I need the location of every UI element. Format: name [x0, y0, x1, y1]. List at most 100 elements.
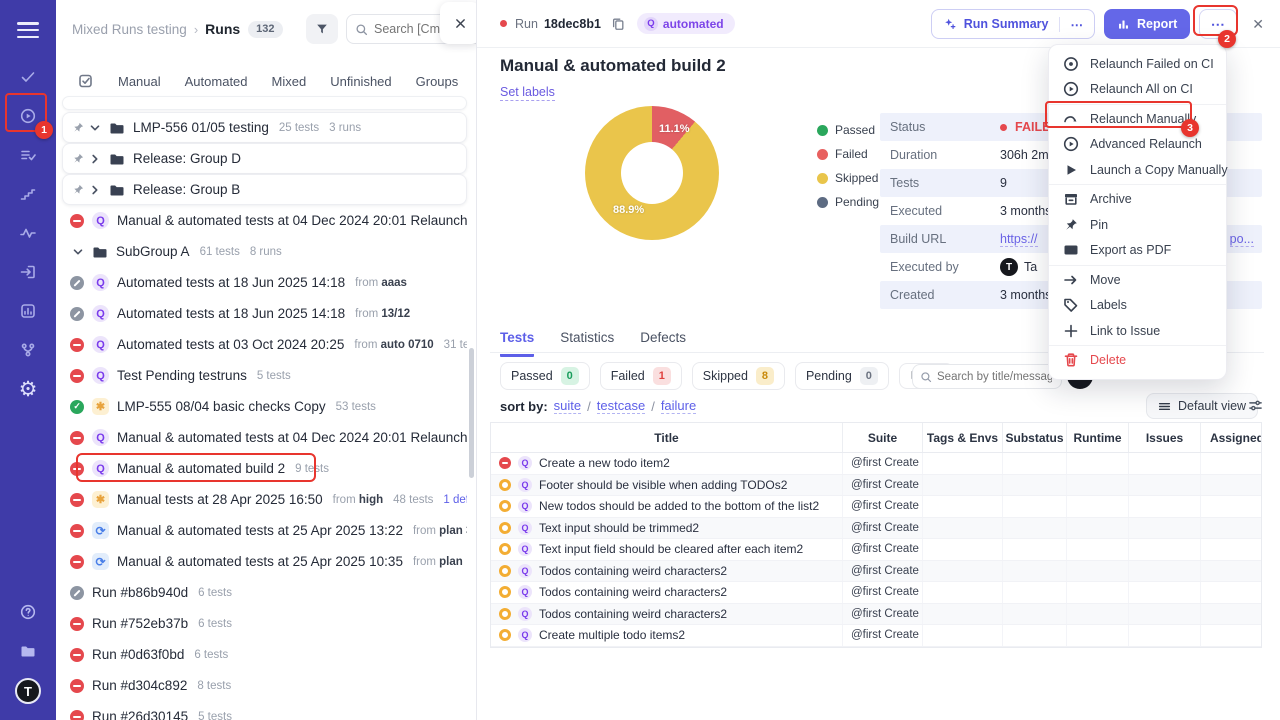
column-header-issues[interactable]: Issues	[1129, 423, 1201, 452]
runs-scrollbar[interactable]	[469, 348, 474, 478]
column-header-title[interactable]: Title	[491, 423, 843, 452]
build-url-link-end[interactable]: po...	[1230, 232, 1254, 247]
hamburger-menu-icon[interactable]	[17, 22, 39, 42]
run-defects-count[interactable]: 1 defects	[443, 494, 467, 506]
run-row[interactable]: Run #26d301455 tests	[62, 701, 467, 720]
test-row[interactable]: QTodos containing weird characters2@firs…	[491, 582, 1261, 604]
view-selector-button[interactable]: Default view	[1146, 393, 1258, 419]
sidebar-item-help[interactable]	[0, 593, 56, 631]
set-labels-link[interactable]: Set labels	[500, 85, 555, 101]
run-row[interactable]: QManual & automated tests at 04 Dec 2024…	[62, 422, 467, 453]
test-row[interactable]: QText input should be trimmed2@first Cre…	[491, 518, 1261, 540]
run-row[interactable]: ⟳Manual & automated tests at 25 Apr 2025…	[62, 515, 467, 546]
runs-tab-unfinished[interactable]: Unfinished	[330, 74, 391, 89]
menu-item-pin[interactable]: Pin	[1049, 212, 1226, 238]
run-row[interactable]: QManual & automated build 29 tests	[62, 453, 467, 484]
run-row[interactable]: QAutomated tests at 03 Oct 2024 20:25fro…	[62, 329, 467, 360]
folder-row[interactable]: SubGroup A61 tests8 runs	[62, 236, 467, 267]
run-row[interactable]: QManual & automated tests at 04 Dec 2024…	[62, 205, 467, 236]
run-row[interactable]: ⟳Manual & automated tests at 25 Apr 2025…	[62, 546, 467, 577]
menu-item-export-as-pdf[interactable]: PDFExport as PDF	[1049, 238, 1226, 264]
menu-item-move[interactable]: Move	[1049, 267, 1226, 293]
sidebar-item-import[interactable]	[0, 253, 56, 291]
automated-tag-chip[interactable]: Qautomated	[637, 13, 735, 34]
sidebar-item-test-plans[interactable]	[0, 136, 56, 174]
executor-avatar[interactable]: T	[1000, 258, 1018, 276]
tests-search[interactable]	[912, 364, 1062, 389]
breadcrumb-project[interactable]: Mixed Runs testing	[72, 22, 187, 37]
test-row[interactable]: QText input field should be cleared afte…	[491, 539, 1261, 561]
sort-link-failure[interactable]: failure	[661, 398, 696, 414]
column-header-suite[interactable]: Suite	[843, 423, 923, 452]
sidebar-item-projects[interactable]	[0, 632, 56, 670]
test-row[interactable]: QCreate multiple todo items2@first Creat…	[491, 625, 1261, 647]
sidebar-item-settings[interactable]: ⚙	[0, 370, 56, 408]
run-row[interactable]: ✱LMP-555 08/04 basic checks Copy53 tests	[62, 391, 467, 422]
runs-tab-manual[interactable]: Manual	[118, 74, 161, 89]
menu-item-labels[interactable]: Labels	[1049, 293, 1226, 319]
runs-tab-automated[interactable]: Automated	[185, 74, 248, 89]
folder-row[interactable]: Release: Group D	[62, 143, 467, 174]
chevron-right-icon[interactable]	[87, 151, 103, 167]
sidebar-item-runs[interactable]	[0, 97, 56, 135]
runs-tab-mixed[interactable]: Mixed	[272, 74, 307, 89]
chevron-down-icon[interactable]	[87, 120, 103, 136]
column-header-tags-envs[interactable]: Tags & Envs	[923, 423, 1003, 452]
menu-item-advanced-relaunch[interactable]: Advanced Relaunch	[1049, 132, 1226, 158]
menu-item-relaunch-failed-on-ci[interactable]: Relaunch Failed on CI	[1049, 51, 1226, 77]
menu-item-link-to-issue[interactable]: Link to Issue	[1049, 318, 1226, 344]
column-header-assigned-to[interactable]: Assigned To	[1201, 423, 1262, 452]
run-row[interactable]: ✱Manual tests at 28 Apr 2025 16:50from h…	[62, 484, 467, 515]
menu-item-delete[interactable]: Delete	[1049, 348, 1226, 374]
sort-link-suite[interactable]: suite	[554, 398, 581, 414]
filter-chip-failed[interactable]: Failed1	[600, 362, 682, 390]
test-row[interactable]: QFooter should be visible when adding TO…	[491, 475, 1261, 497]
copy-icon[interactable]	[611, 17, 625, 31]
column-header-substatus[interactable]: Substatus	[1003, 423, 1067, 452]
run-row[interactable]: Run #d304c8928 tests	[62, 670, 467, 701]
test-row[interactable]: QNew todos should be added to the bottom…	[491, 496, 1261, 518]
tests-search-input[interactable]	[937, 371, 1052, 383]
user-avatar[interactable]: T	[15, 678, 41, 704]
menu-item-relaunch-manually[interactable]: Relaunch Manually	[1049, 106, 1226, 132]
run-row[interactable]: QTest Pending testruns5 tests	[62, 360, 467, 391]
sidebar-item-check[interactable]	[0, 58, 56, 96]
sidebar-item-analytics[interactable]	[0, 292, 56, 330]
test-row[interactable]: QCreate a new todo item2@first Create ..…	[491, 453, 1261, 475]
test-row[interactable]: QTodos containing weird characters2@firs…	[491, 604, 1261, 626]
detail-close-button[interactable]: ✕	[1252, 16, 1264, 33]
sidebar-item-pulse[interactable]	[0, 214, 56, 252]
report-button[interactable]: Report	[1104, 9, 1190, 39]
chevron-down-icon[interactable]	[70, 244, 86, 260]
build-url-link[interactable]: https://	[1000, 232, 1038, 247]
breadcrumb-page[interactable]: Runs	[205, 21, 240, 37]
menu-item-archive[interactable]: Archive	[1049, 187, 1226, 213]
filter-button[interactable]	[306, 14, 338, 44]
filter-chip-pending[interactable]: Pending0	[795, 362, 889, 390]
run-row[interactable]: Run #0d63f0bd6 tests	[62, 639, 467, 670]
run-row[interactable]: Run #752eb37b6 tests	[62, 608, 467, 639]
filter-chip-passed[interactable]: Passed0	[500, 362, 590, 390]
run-row[interactable]: QAutomated tests at 18 Jun 2025 14:18fro…	[62, 298, 467, 329]
sidebar-item-branch[interactable]	[0, 331, 56, 369]
sort-link-testcase[interactable]: testcase	[597, 398, 645, 414]
more-actions-button[interactable]: ⋯	[1199, 9, 1237, 39]
menu-item-launch-a-copy-manually[interactable]: Launch a Copy Manually	[1049, 157, 1226, 183]
runs-panel-close-button[interactable]	[440, 2, 477, 44]
runs-tab-groups[interactable]: Groups	[416, 74, 459, 89]
tests-table-body: QCreate a new todo item2@first Create ..…	[491, 453, 1261, 647]
sidebar-item-steps[interactable]	[0, 175, 56, 213]
select-runs-icon[interactable]	[78, 73, 94, 89]
chevron-right-icon[interactable]	[87, 182, 103, 198]
run-summary-more-button[interactable]: ⋯	[1059, 17, 1094, 32]
test-row[interactable]: QTodos containing weird characters2@firs…	[491, 561, 1261, 583]
column-header-runtime[interactable]: Runtime	[1067, 423, 1129, 452]
run-summary-button[interactable]: Run Summary ⋯	[931, 9, 1095, 39]
filter-chip-skipped[interactable]: Skipped8	[692, 362, 785, 390]
run-row[interactable]: QAutomated tests at 18 Jun 2025 14:18fro…	[62, 267, 467, 298]
menu-item-relaunch-all-on-ci[interactable]: Relaunch All on CI	[1049, 77, 1226, 103]
run-row[interactable]: Run #b86b940d6 tests	[62, 577, 467, 608]
folder-row[interactable]: LMP-556 01/05 testing25 tests3 runs	[62, 112, 467, 143]
folder-row[interactable]: Release: Group B	[62, 174, 467, 205]
column-settings-icon[interactable]	[1248, 398, 1263, 413]
